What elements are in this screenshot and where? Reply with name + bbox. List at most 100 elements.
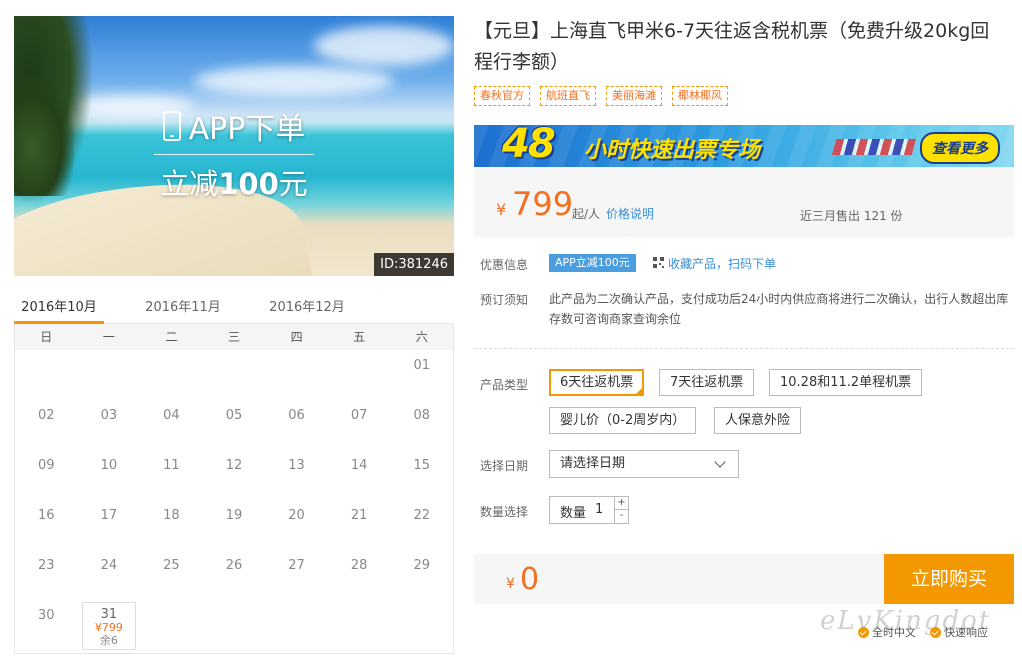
quantity-minus-button[interactable]: -	[614, 510, 628, 523]
view-more-button[interactable]: 查看更多	[920, 132, 1000, 164]
calendar-day: 02	[38, 408, 55, 423]
calendar-empty-cell	[203, 350, 266, 400]
guarantee-label: 全时中文	[872, 626, 916, 639]
total-price: 0	[520, 562, 540, 597]
fast-ticketing-banner[interactable]: 48 小时快速出票专场 查看更多	[474, 125, 1014, 167]
banner-number: 48	[502, 125, 556, 167]
product-tag: 春秋官方	[474, 86, 530, 106]
product-tag: 美丽海滩	[606, 86, 662, 106]
date-select[interactable]: 请选择日期	[549, 450, 739, 478]
section-divider	[474, 348, 1014, 349]
check-icon	[858, 626, 869, 638]
price-unit: 起/人	[572, 207, 601, 221]
product-title: 【元旦】上海直飞甲米6-7天往返含税机票（免费升级20kg回程行李额）	[474, 20, 990, 73]
service-guarantees: 全时中文 快速响应	[858, 624, 988, 640]
calendar-day: 15	[413, 458, 430, 473]
calendar-day: 17	[100, 508, 118, 523]
calendar-day: 10	[100, 458, 118, 473]
weekday-label: 日	[40, 330, 53, 344]
tab-month-nov[interactable]: 2016年11月	[138, 290, 228, 324]
date-label: 选择日期	[480, 459, 529, 473]
calendar-day: 24	[100, 558, 118, 573]
calendar-day: 08	[413, 408, 430, 423]
weekday-label: 五	[353, 330, 366, 344]
phone-icon	[162, 111, 181, 141]
booking-notice: 此产品为二次确认产品，支付成功后24小时内供应商将进行二次确认，出行人数超出库存…	[549, 292, 1009, 326]
weekday-label: 六	[415, 330, 428, 344]
weekday-label: 三	[228, 330, 241, 344]
calendar-day-available[interactable]: 31 ¥799 余6	[81, 602, 137, 650]
calendar-day: 14	[350, 458, 368, 473]
calendar-day: 07	[350, 408, 368, 423]
calendar-grid: 01 02 03 04 05 06 07 08 09 10 11 12 13 14 15 16 17 18 19 20…	[15, 350, 453, 650]
price-currency: ¥	[496, 200, 507, 219]
offer-label: 优惠信息	[480, 258, 529, 272]
calendar-day: 16	[38, 508, 55, 523]
calendar-day: 23	[38, 558, 55, 573]
calendar-day: 29	[413, 558, 430, 573]
weekday-label: 一	[102, 330, 115, 344]
quantity-label: 数量选择	[480, 505, 529, 519]
app-discount-badge: APP立减100元	[549, 254, 636, 272]
calendar-day: 21	[350, 508, 368, 523]
calendar-day: 11	[163, 458, 180, 473]
option-6day-roundtrip[interactable]: 6天往返机票	[549, 369, 645, 396]
banner-text: 小时快速出票专场	[584, 138, 761, 163]
calendar-day: 26	[225, 558, 243, 573]
guarantee-label: 快速响应	[944, 626, 988, 639]
day-stock: 余6	[99, 634, 118, 647]
product-hero-image: APP下单 立减100元 ID:381246	[14, 16, 454, 276]
calendar-day: 04	[163, 408, 180, 423]
calendar-day: 25	[163, 558, 180, 573]
calendar-day: 06	[288, 408, 305, 423]
quantity-stepper[interactable]: 数量 1 + -	[549, 496, 629, 524]
favorite-link[interactable]: 收藏产品	[668, 257, 716, 271]
departure-calendar: 日 一 二 三 四 五 六 01 02 03 04 05 06 07 08 09 10 11 12 13…	[14, 324, 454, 654]
calendar-day: 13	[288, 458, 305, 473]
option-7day-roundtrip[interactable]: 7天往返机票	[659, 369, 755, 396]
scan-order-link[interactable]: 扫码下单	[728, 257, 776, 271]
qr-code-icon	[653, 257, 664, 268]
promo-line2: 立减100元	[160, 167, 308, 201]
product-tags: 春秋官方 航班直飞 美丽海滩 椰林椰风	[474, 86, 728, 106]
calendar-empty-cell	[140, 350, 203, 400]
offer-links: 收藏产品，扫码下单	[668, 255, 776, 272]
app-promo-overlay: APP下单 立减100元	[154, 104, 314, 203]
day-price: ¥799	[94, 621, 123, 634]
tab-month-oct[interactable]: 2016年10月	[14, 290, 104, 324]
calendar-day: 18	[163, 508, 180, 523]
calendar-empty-cell	[328, 350, 391, 400]
option-oneway[interactable]: 10.28和11.2单程机票	[769, 369, 923, 396]
total-currency: ¥	[506, 576, 515, 592]
product-type-label: 产品类型	[480, 378, 529, 392]
weekday-label: 二	[165, 330, 178, 344]
flags-icon	[831, 139, 917, 155]
check-icon	[930, 626, 941, 638]
product-tag: 航班直飞	[540, 86, 596, 106]
notice-label: 预订须知	[480, 293, 529, 307]
offer-link-separator: ，	[716, 257, 729, 271]
product-id-tag: ID:381246	[374, 253, 454, 276]
tab-month-dec[interactable]: 2016年12月	[262, 290, 352, 324]
calendar-day: 01	[413, 358, 430, 373]
quantity-value[interactable]: 1	[595, 502, 603, 517]
calendar-day: 19	[225, 508, 243, 523]
weekday-label: 四	[290, 330, 303, 344]
price-explain-link[interactable]: 价格说明	[606, 205, 654, 222]
calendar-empty-cell	[265, 350, 328, 400]
quantity-plus-button[interactable]: +	[614, 497, 628, 510]
product-tag: 椰林椰风	[672, 86, 728, 106]
calendar-day: 12	[225, 458, 243, 473]
calendar-day: 27	[288, 558, 305, 573]
option-insurance[interactable]: 人保意外险	[714, 407, 802, 434]
calendar-day: 22	[413, 508, 430, 523]
purchase-bar: ¥ 0 立即购买	[474, 554, 1014, 604]
calendar-day: 30	[38, 608, 55, 623]
buy-now-button[interactable]: 立即购买	[884, 554, 1014, 604]
price-box: ¥ 799 起/人 价格说明 近三月售出 121 份	[474, 167, 1014, 237]
calendar-weekday-header: 日 一 二 三 四 五 六	[15, 324, 453, 350]
month-tabs: 2016年10月 2016年11月 2016年12月	[14, 290, 454, 324]
option-infant[interactable]: 婴儿价（0-2周岁内）	[549, 407, 697, 434]
date-select-value: 请选择日期	[560, 456, 626, 471]
sales-count: 近三月售出 121 份	[800, 209, 903, 223]
